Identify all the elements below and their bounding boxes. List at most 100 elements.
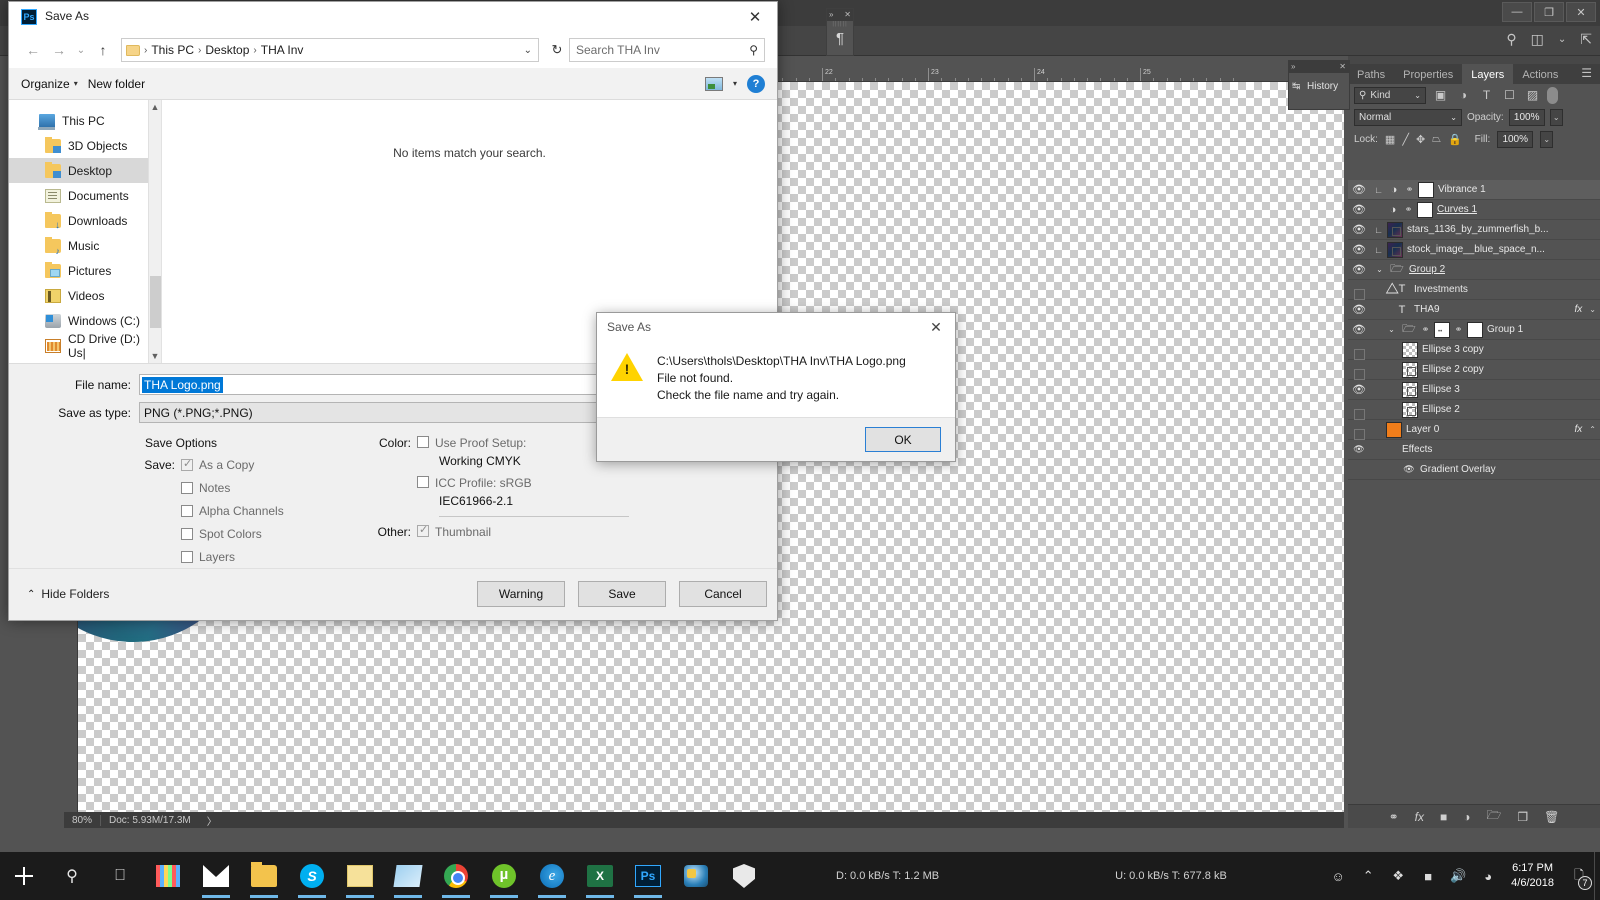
layer-name[interactable]: THA9 [1414, 304, 1440, 315]
layer-row[interactable]: 👁 ∟ stars_1136_by_zummerfish_b... [1348, 220, 1600, 240]
zoom-level[interactable]: 80% [64, 815, 100, 826]
visibility-icon[interactable]: 👁 [1402, 464, 1416, 475]
delete-icon[interactable]: 🗑 [1544, 810, 1559, 824]
chevron-down-icon[interactable]: ⌄ [1558, 34, 1566, 45]
visibility-icon[interactable]: 👁 [1348, 303, 1370, 316]
as-a-copy-checkbox[interactable] [181, 457, 193, 471]
mail-icon[interactable] [192, 852, 240, 900]
navigation-tree[interactable]: This PC 3D Objects Desktop Documents Dow… [9, 100, 161, 363]
layers-row[interactable]: Layers [139, 550, 369, 564]
vector-mask-thumbnail[interactable]: •• [1434, 321, 1450, 338]
notification-center-icon[interactable]: 🗋 7 [1562, 852, 1596, 900]
visibility-icon[interactable]: 👁 [1348, 203, 1370, 216]
opacity-value[interactable]: 100% [1508, 108, 1545, 126]
thumbnail-checkbox[interactable] [417, 523, 429, 537]
layer-row[interactable]: 👁 ∟ stock_image__blue_space_n... [1348, 240, 1600, 260]
winrar-icon[interactable] [672, 852, 720, 900]
layer-mask-thumbnail[interactable] [1467, 321, 1483, 338]
tree-item-desktop[interactable]: Desktop [9, 158, 161, 183]
fx-icon[interactable]: fx [1415, 810, 1424, 824]
layer-name[interactable]: Investments [1414, 284, 1468, 295]
collapse-icon[interactable]: » [829, 10, 833, 19]
tree-item-windows-c[interactable]: Windows (C:) [9, 308, 161, 333]
visibility-icon[interactable]: 👁 [1348, 356, 1370, 383]
fill-chevron-icon[interactable]: ⌄ [1540, 130, 1554, 148]
layers-checkbox[interactable] [181, 551, 193, 563]
tree-item-music[interactable]: Music [9, 233, 161, 258]
spot-colors-checkbox[interactable] [181, 528, 193, 540]
layer-name[interactable]: Ellipse 3 [1422, 384, 1460, 395]
move-icon[interactable]: ✥ [1416, 133, 1425, 146]
layer-row[interactable]: 👁 T THA9 fx ⌄ [1348, 300, 1600, 320]
layer-name[interactable]: Layer 0 [1406, 424, 1439, 435]
keyboard-app-icon[interactable] [144, 852, 192, 900]
clock[interactable]: 6:17 PM 4/6/2018 [1503, 861, 1562, 891]
breadcrumb-this-pc[interactable]: This PC [151, 43, 194, 57]
layer-thumbnail[interactable] [1402, 381, 1418, 398]
word-icon[interactable] [384, 852, 432, 900]
volume-icon[interactable]: 🔊 [1443, 852, 1473, 900]
excel-icon[interactable]: X [576, 852, 624, 900]
layer-row[interactable]: 👁 Ellipse 3 [1348, 380, 1600, 400]
status-caret-icon[interactable]: 〉 [199, 813, 225, 828]
chevron-down-icon[interactable]: ▾ [733, 79, 737, 88]
chevron-down-icon[interactable]: ⌄ [1374, 265, 1385, 274]
layer-row[interactable]: 👁 Ellipse 2 [1348, 400, 1600, 420]
maximize-button[interactable]: ❐ [1534, 2, 1564, 22]
visibility-icon[interactable]: 👁 [1348, 243, 1370, 256]
mask-icon[interactable]: ■ [1440, 810, 1447, 824]
hide-folders-button[interactable]: ⌃ Hide Folders [27, 587, 109, 601]
layer-name[interactable]: Gradient Overlay [1420, 464, 1496, 475]
layer-name[interactable]: Group 1 [1487, 324, 1523, 335]
layer-name[interactable]: Ellipse 3 copy [1422, 344, 1484, 355]
lock-icon[interactable]: 🔒 [1448, 133, 1462, 146]
chevron-down-icon[interactable]: ⌄ [1589, 305, 1596, 314]
layer-name[interactable]: Group 2 [1409, 264, 1445, 275]
person-icon[interactable]: ☺ [1323, 852, 1353, 900]
adjustment-icon[interactable]: ◑ [1455, 88, 1472, 102]
file-explorer-icon[interactable] [240, 852, 288, 900]
layer-row[interactable]: 👁 Ellipse 2 copy [1348, 360, 1600, 380]
show-desktop-button[interactable] [1594, 852, 1600, 900]
refresh-icon[interactable]: ↻ [547, 42, 567, 58]
link-icon[interactable]: ⚭ [1389, 810, 1399, 824]
up-button[interactable]: ↑ [91, 38, 115, 62]
alpha-channels-row[interactable]: Alpha Channels [139, 504, 369, 518]
start-button[interactable] [0, 852, 48, 900]
save-as-dialog[interactable]: Ps Save As ✕ ← → ⌄ ↑ › This PC › Desktop… [8, 1, 778, 621]
layer-name[interactable]: Vibrance 1 [1438, 184, 1486, 195]
layer-thumbnail[interactable] [1387, 241, 1403, 258]
alpha-channels-checkbox[interactable] [181, 505, 193, 517]
opacity-chevron-icon[interactable]: ⌄ [1549, 108, 1563, 126]
close-icon[interactable]: ✕ [844, 10, 851, 19]
skype-icon[interactable]: S [288, 852, 336, 900]
layer-mask-thumbnail[interactable] [1418, 181, 1434, 198]
layer-row[interactable]: 👁 ⃤T Investments [1348, 280, 1600, 300]
tree-item-downloads[interactable]: Downloads [9, 208, 161, 233]
layer-thumbnail[interactable] [1402, 341, 1418, 358]
layer-name[interactable]: Ellipse 2 [1422, 404, 1460, 415]
chevron-down-icon[interactable]: ⌄ [524, 45, 534, 56]
wifi-icon[interactable]: ◕ [1473, 852, 1503, 900]
brush-icon[interactable]: ╱ [1402, 133, 1409, 146]
layer-row[interactable]: 👁 Layer 0 fx ⌃ [1348, 420, 1600, 440]
tree-item-documents[interactable]: Documents [9, 183, 161, 208]
shape-icon[interactable]: ☐ [1501, 88, 1518, 102]
layer-name[interactable]: stars_1136_by_zummerfish_b... [1407, 224, 1549, 235]
tree-item-pictures[interactable]: Pictures [9, 258, 161, 283]
fx-icon[interactable]: fx [1575, 304, 1586, 315]
battery-icon[interactable]: ■ [1413, 852, 1443, 900]
chevron-down-icon[interactable]: ⌄ [1386, 325, 1397, 334]
adjustment-icon[interactable]: ◑ [1463, 810, 1470, 824]
edge-icon[interactable]: e [528, 852, 576, 900]
new-layer-icon[interactable]: ❐ [1517, 810, 1528, 824]
close-icon[interactable]: ✕ [1339, 62, 1346, 71]
visibility-icon[interactable]: 👁 [1348, 444, 1370, 455]
search-icon[interactable]: ⚲ [1506, 31, 1516, 48]
filter-toggle-switch[interactable] [1547, 86, 1558, 104]
group-icon[interactable]: 🗁 [1487, 806, 1502, 827]
windows-defender-icon[interactable] [720, 852, 768, 900]
layer-thumbnail[interactable] [1402, 401, 1418, 418]
photoshop-icon[interactable]: Ps [624, 852, 672, 900]
hamburger-icon[interactable]: ☰ [1581, 64, 1600, 84]
